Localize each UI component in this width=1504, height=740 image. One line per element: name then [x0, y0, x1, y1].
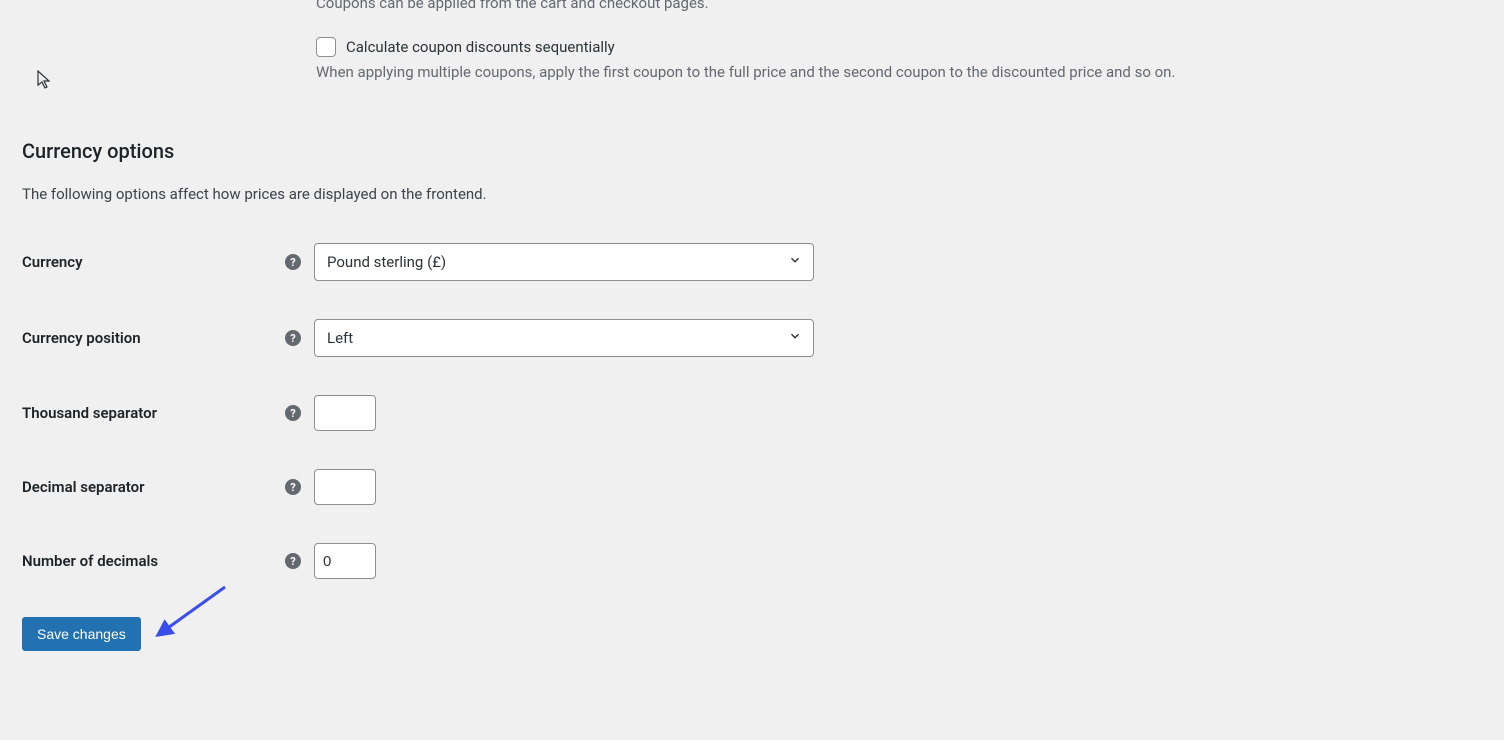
- help-icon[interactable]: ?: [285, 479, 301, 495]
- currency-position-label: Currency position: [22, 329, 285, 347]
- currency-position-row: Currency position ? Left: [22, 319, 1482, 357]
- help-icon[interactable]: ?: [285, 254, 301, 270]
- sequential-coupon-row: Calculate coupon discounts sequentially: [316, 37, 1482, 57]
- sequential-coupon-desc: When applying multiple coupons, apply th…: [316, 61, 1482, 84]
- number-of-decimals-label: Number of decimals: [22, 552, 285, 570]
- help-icon[interactable]: ?: [285, 553, 301, 569]
- number-of-decimals-row: Number of decimals ?: [22, 543, 1482, 579]
- currency-position-value: Left: [327, 329, 353, 347]
- currency-section-title: Currency options: [22, 139, 1482, 163]
- currency-label: Currency: [22, 253, 285, 271]
- sequential-coupon-label: Calculate coupon discounts sequentially: [346, 38, 615, 56]
- currency-position-select[interactable]: Left: [314, 319, 814, 357]
- currency-section-desc: The following options affect how prices …: [22, 185, 1482, 203]
- help-icon[interactable]: ?: [285, 405, 301, 421]
- decimal-separator-label: Decimal separator: [22, 478, 285, 496]
- decimal-separator-input[interactable]: [314, 469, 376, 505]
- decimal-separator-row: Decimal separator ?: [22, 469, 1482, 505]
- currency-row: Currency ? Pound sterling (£): [22, 243, 1482, 281]
- number-of-decimals-input[interactable]: [314, 543, 376, 579]
- help-icon[interactable]: ?: [285, 330, 301, 346]
- save-button[interactable]: Save changes: [22, 617, 141, 651]
- coupon-helper-text: Coupons can be applied from the cart and…: [316, 0, 1482, 15]
- currency-select-value: Pound sterling (£): [327, 253, 446, 271]
- thousand-separator-label: Thousand separator: [22, 404, 285, 422]
- sequential-coupon-checkbox[interactable]: [316, 37, 336, 57]
- thousand-separator-input[interactable]: [314, 395, 376, 431]
- currency-select[interactable]: Pound sterling (£): [314, 243, 814, 281]
- thousand-separator-row: Thousand separator ?: [22, 395, 1482, 431]
